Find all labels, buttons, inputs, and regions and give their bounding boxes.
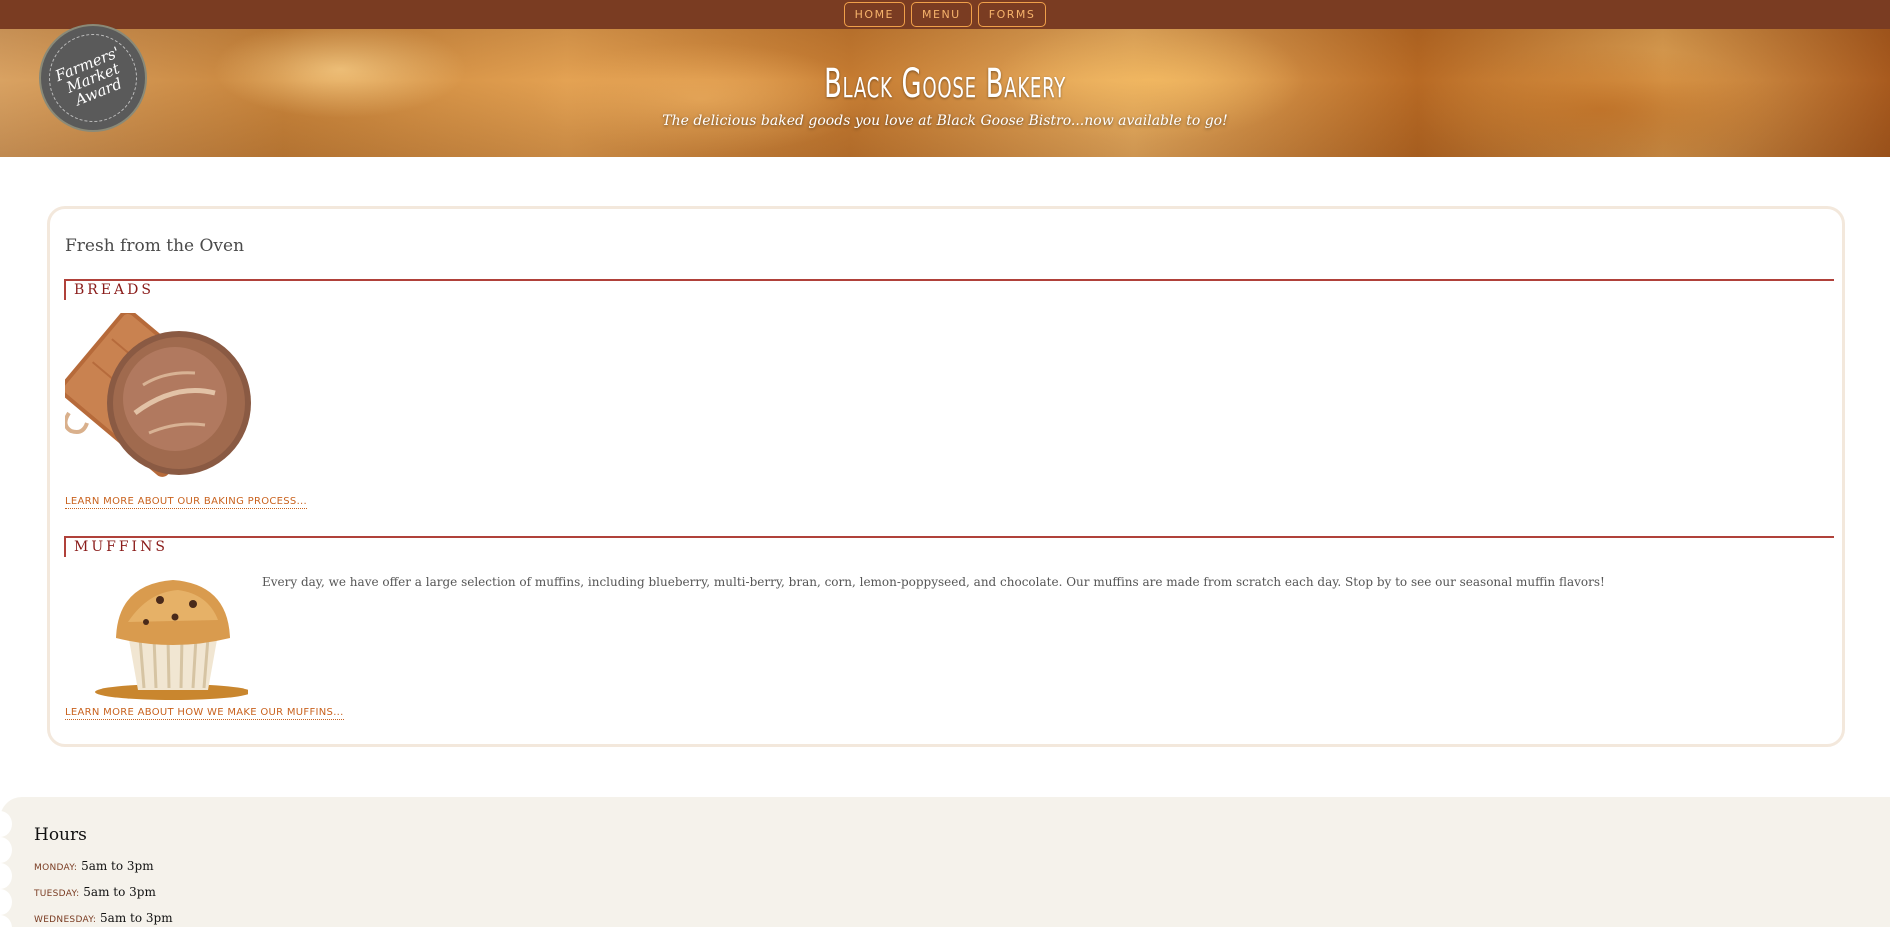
muffins-description: Every day, we have offer a large selecti… [262,575,1605,589]
scallop-edge [0,889,12,915]
bread-image [65,313,251,477]
top-nav: HOME MENU FORMS [0,0,1890,29]
learn-baking-process-link[interactable]: LEARN MORE ABOUT OUR BAKING PROCESS... [65,496,308,509]
site-title: Black Goose Bakery [824,61,1066,107]
hours-time: 5am to 3pm [81,859,154,873]
site-tagline: The delicious baked goods you love at Bl… [662,113,1228,129]
hours-row: MONDAY: 5am to 3pm [34,859,154,873]
hours-title: Hours [34,825,87,845]
hours-time: 5am to 3pm [100,911,173,925]
main-content: Fresh from the Oven BREADS LEARN MORE AB… [47,206,1845,747]
learn-muffins-link[interactable]: LEARN MORE ABOUT HOW WE MAKE OUR MUFFINS… [65,707,344,720]
main-title: Fresh from the Oven [65,236,245,256]
hours-time: 5am to 3pm [83,885,156,899]
breads-section-rule [64,279,1834,300]
muffins-heading: MUFFINS [74,539,168,555]
nav-home-button[interactable]: HOME [843,2,906,27]
scallop-edge [0,837,12,863]
muffin-image [95,580,248,700]
hours-row: TUESDAY: 5am to 3pm [34,885,156,899]
hours-section: Hours MONDAY: 5am to 3pm TUESDAY: 5am to… [0,797,1890,941]
nav-forms-button[interactable]: FORMS [977,2,1047,27]
nav-menu-button[interactable]: MENU [911,2,972,27]
scallop-edge [0,811,12,837]
hours-row: WEDNESDAY: 5am to 3pm [34,911,173,925]
hours-day: TUESDAY: [34,889,80,899]
breads-heading: BREADS [74,282,154,298]
scallop-edge [0,915,12,941]
hours-day: MONDAY: [34,863,78,873]
hours-day: WEDNESDAY: [34,915,97,925]
muffins-section-rule [64,536,1834,557]
scallop-edge [0,863,12,889]
